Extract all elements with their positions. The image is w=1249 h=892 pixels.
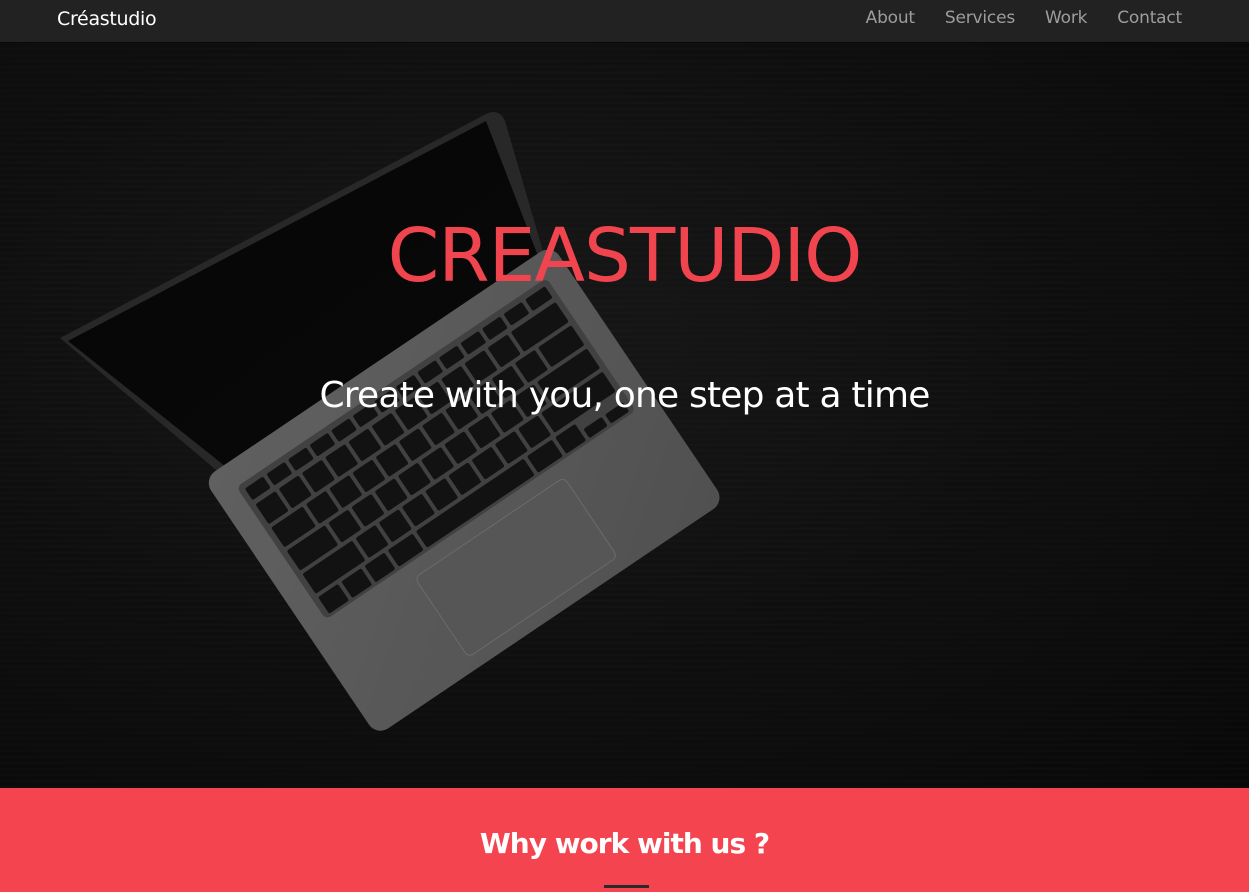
hero-title: CREASTUDIO xyxy=(387,213,863,299)
hero-section: CREASTUDIO Create with you, one step at … xyxy=(0,43,1249,788)
nav-link-about[interactable]: About xyxy=(866,8,915,28)
why-section-title: Why work with us ? xyxy=(479,827,770,860)
top-navbar: Créastudio About Services Work Contact xyxy=(0,0,1249,43)
nav-link-contact[interactable]: Contact xyxy=(1117,8,1182,28)
nav-link-services[interactable]: Services xyxy=(945,8,1015,28)
nav-link-work[interactable]: Work xyxy=(1045,8,1087,28)
nav-links: About Services Work Contact xyxy=(866,8,1183,28)
why-work-with-us-section: Why work with us ? xyxy=(0,788,1249,892)
hero-subtitle: Create with you, one step at a time xyxy=(319,375,930,416)
section-divider xyxy=(604,885,649,888)
brand-logo-link[interactable]: Créastudio xyxy=(57,8,157,30)
